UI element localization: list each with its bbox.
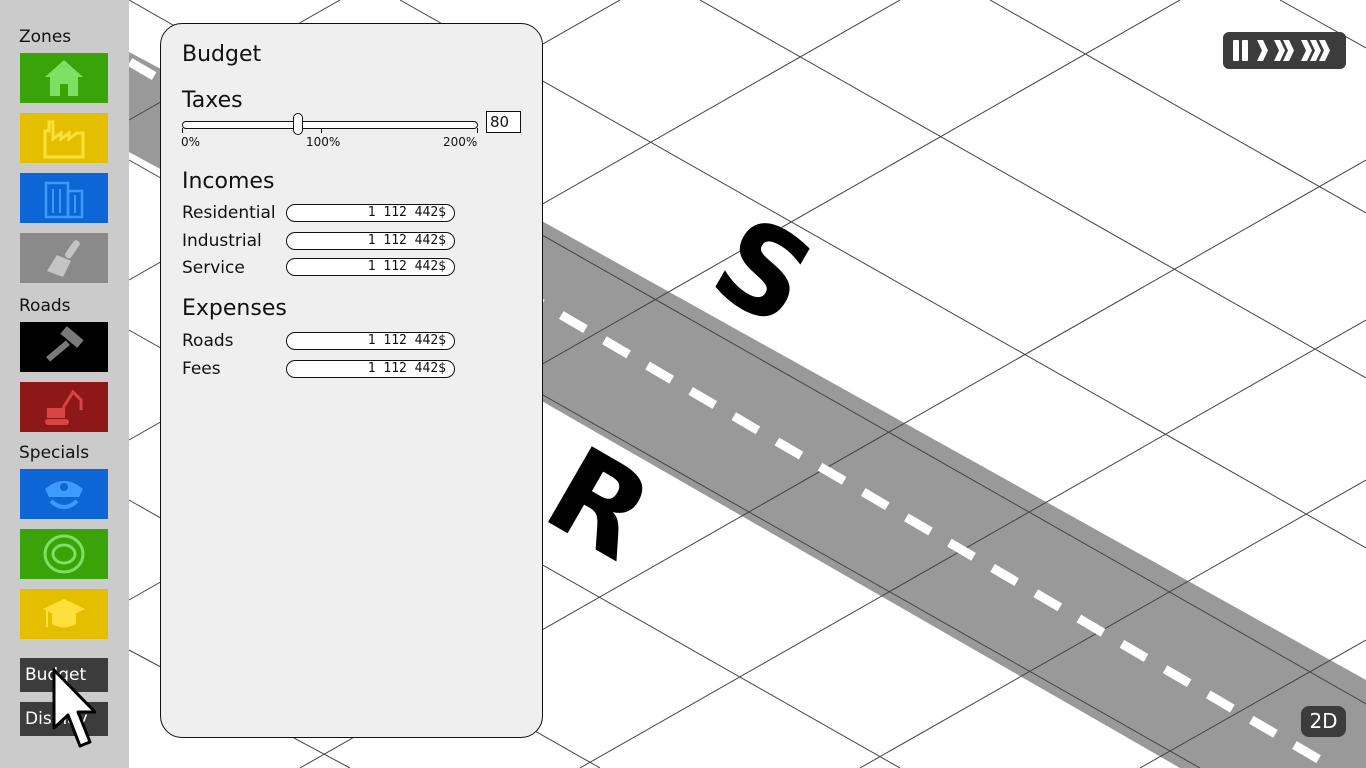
graduation-cap-icon <box>43 599 85 628</box>
taxes-heading: Taxes <box>182 88 243 113</box>
residential-zone-button[interactable] <box>20 53 108 103</box>
industrial-zone-button[interactable] <box>20 113 108 163</box>
tax-slider-track[interactable] <box>182 121 478 129</box>
expense-value-fees: 1 112 442$ <box>286 360 455 378</box>
tax-mid-label: 100% <box>306 135 341 149</box>
speed-control-icon <box>1233 40 1330 61</box>
tool-sidebar: Zones Roads Specials Budget Display <box>0 0 129 768</box>
income-label-service: Service <box>182 258 245 278</box>
stadium-icon <box>43 534 85 574</box>
slider-tick <box>477 128 478 133</box>
brush-icon <box>47 240 80 277</box>
slider-tick <box>182 128 183 133</box>
police-cap-icon <box>45 481 83 509</box>
police-button[interactable] <box>20 469 108 519</box>
expense-value-roads: 1 112 442$ <box>286 332 455 350</box>
budget-panel: Budget Taxes 0% 100% 200% 80 Incomes Res… <box>160 23 543 738</box>
income-label-industrial: Industrial <box>182 231 262 251</box>
school-button[interactable] <box>20 589 108 639</box>
slider-tick <box>321 128 322 133</box>
income-value-service: 1 112 442$ <box>286 258 455 276</box>
view-mode-toggle[interactable]: 2D <box>1301 706 1346 737</box>
expense-label-fees: Fees <box>182 359 221 379</box>
hammer-icon <box>46 326 84 362</box>
expense-label-roads: Roads <box>182 331 234 351</box>
zones-section-label: Zones <box>19 27 72 47</box>
tax-min-label: 0% <box>181 135 201 149</box>
tax-slider-thumb[interactable] <box>293 113 303 135</box>
income-value-residential: 1 112 442$ <box>286 204 455 222</box>
house-icon <box>45 60 83 96</box>
panel-title: Budget <box>182 42 262 67</box>
tax-max-label: 200% <box>443 135 478 149</box>
speed-control[interactable] <box>1223 32 1346 69</box>
incomes-heading: Incomes <box>182 169 275 194</box>
excavator-icon <box>45 389 83 425</box>
demolish-button[interactable] <box>20 382 108 432</box>
tax-value-input[interactable]: 80 <box>486 111 521 133</box>
service-zone-button[interactable] <box>20 173 108 223</box>
build-road-button[interactable] <box>20 322 108 372</box>
specials-section-label: Specials <box>19 443 90 463</box>
income-label-residential: Residential <box>182 203 276 223</box>
office-building-icon <box>44 181 84 219</box>
dezone-button[interactable] <box>20 233 108 283</box>
roads-section-label: Roads <box>19 296 71 316</box>
income-value-industrial: 1 112 442$ <box>286 232 455 250</box>
factory-icon <box>43 120 85 159</box>
stadium-button[interactable] <box>20 529 108 579</box>
mouse-cursor-icon <box>52 668 96 748</box>
expenses-heading: Expenses <box>182 296 287 321</box>
